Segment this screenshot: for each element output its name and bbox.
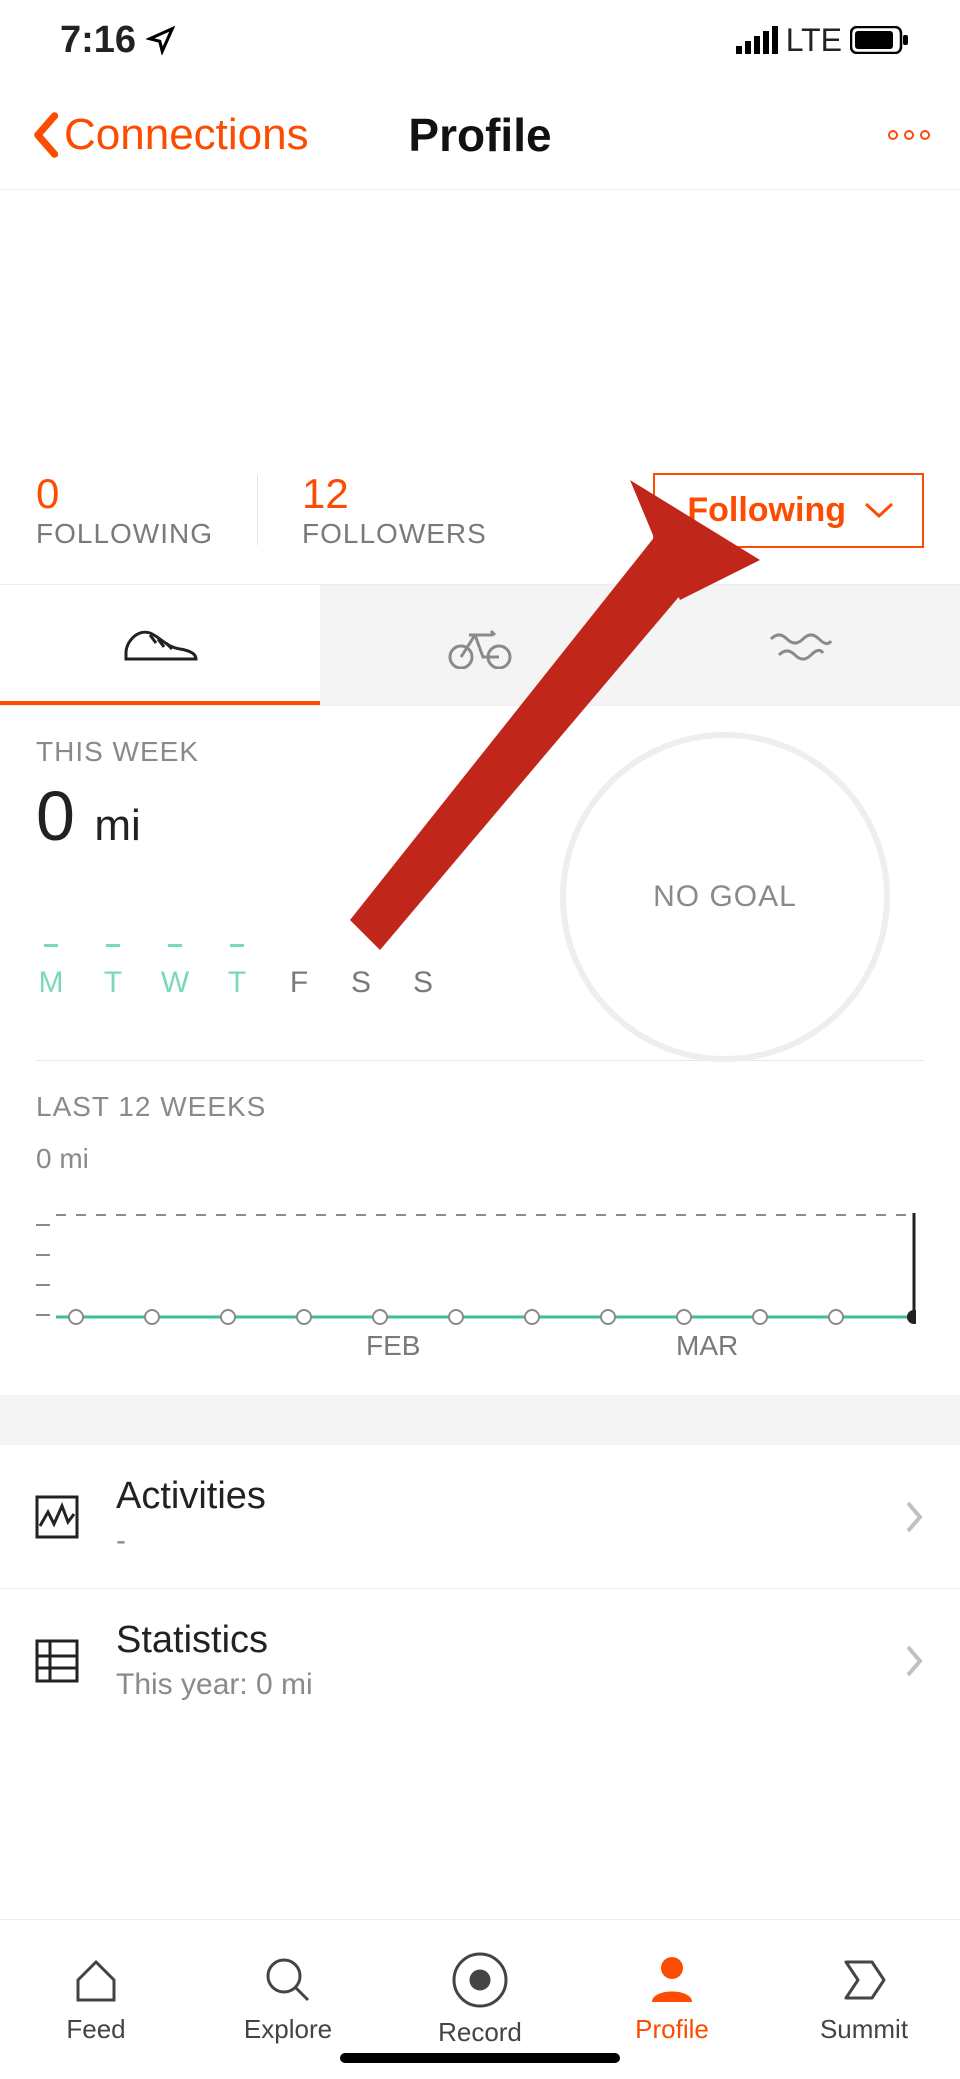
swim-icon [765, 625, 835, 665]
profile-header-area [0, 190, 960, 470]
bike-icon [445, 621, 515, 669]
record-icon [451, 1951, 509, 2009]
day-w: W [160, 966, 190, 1000]
status-bar: 7:16 LTE [0, 0, 960, 80]
following-stat[interactable]: 0 FOLLOWING [36, 470, 213, 550]
day-t: T [98, 966, 128, 1000]
chevron-down-icon [864, 500, 894, 520]
last12-summary: 0 mi [36, 1143, 924, 1175]
goal-circle[interactable]: NO GOAL [560, 732, 890, 1062]
activities-icon [34, 1494, 80, 1540]
activities-sub: - [116, 1524, 866, 1558]
day-su: S [408, 966, 438, 1000]
following-button-label: Following [687, 491, 846, 530]
section-gap [0, 1395, 960, 1445]
shoe-icon [120, 619, 200, 667]
day-m: M [36, 966, 66, 1000]
tab-bar: Feed Explore Record Profile Summit [0, 1919, 960, 2079]
tab-swim[interactable] [640, 585, 960, 705]
nav-bar: Connections Profile [0, 80, 960, 190]
day-sa: S [346, 966, 376, 1000]
tab-run[interactable] [0, 585, 320, 705]
statistics-icon [34, 1638, 80, 1684]
last12-label: LAST 12 WEEKS [36, 1091, 924, 1123]
chevron-right-icon [902, 1641, 926, 1681]
following-count: 0 [36, 470, 213, 518]
network-label: LTE [786, 22, 842, 59]
sport-tabs [0, 584, 960, 706]
tab-feed[interactable]: Feed [0, 1920, 192, 2079]
followers-label: FOLLOWERS [302, 518, 487, 550]
chevron-left-icon [30, 111, 60, 159]
more-button[interactable] [882, 123, 930, 146]
followers-stat[interactable]: 12 FOLLOWERS [302, 470, 487, 550]
stat-divider [257, 475, 258, 545]
goal-label: NO GOAL [653, 880, 797, 914]
day-f: F [284, 966, 314, 1000]
followers-count: 12 [302, 470, 487, 518]
this-week-block: THIS WEEK 0 mi M T W T F S S NO GOAL [0, 706, 960, 1020]
home-icon [70, 1954, 122, 2006]
home-indicator[interactable] [340, 2053, 620, 2063]
menu-activities[interactable]: Activities - [0, 1445, 960, 1589]
summit-icon [838, 1954, 890, 2006]
following-label: FOLLOWING [36, 518, 213, 550]
statistics-sub: This year: 0 mi [116, 1668, 866, 1702]
statistics-title: Statistics [116, 1619, 866, 1662]
following-button[interactable]: Following [653, 473, 924, 548]
last-12-weeks-block: LAST 12 WEEKS 0 mi FEB MAR [0, 1061, 960, 1395]
chevron-right-icon [902, 1497, 926, 1537]
status-time: 7:16 [60, 19, 136, 62]
page-title: Profile [408, 108, 551, 162]
signal-icon [736, 26, 778, 54]
back-button[interactable]: Connections [30, 110, 309, 160]
back-label: Connections [64, 110, 309, 160]
tab-bike[interactable] [320, 585, 640, 705]
activities-title: Activities [116, 1475, 866, 1518]
weekly-chart: FEB MAR [36, 1205, 924, 1365]
battery-icon [850, 26, 910, 54]
menu-statistics[interactable]: Statistics This year: 0 mi [0, 1589, 960, 1732]
search-icon [262, 1954, 314, 2006]
month-mar: MAR [676, 1330, 738, 1361]
tab-summit[interactable]: Summit [768, 1920, 960, 2079]
location-icon [146, 25, 176, 55]
stats-row: 0 FOLLOWING 12 FOLLOWERS Following [0, 470, 960, 584]
month-feb: FEB [366, 1330, 420, 1361]
profile-icon [646, 1954, 698, 2006]
day-th: T [222, 966, 252, 1000]
